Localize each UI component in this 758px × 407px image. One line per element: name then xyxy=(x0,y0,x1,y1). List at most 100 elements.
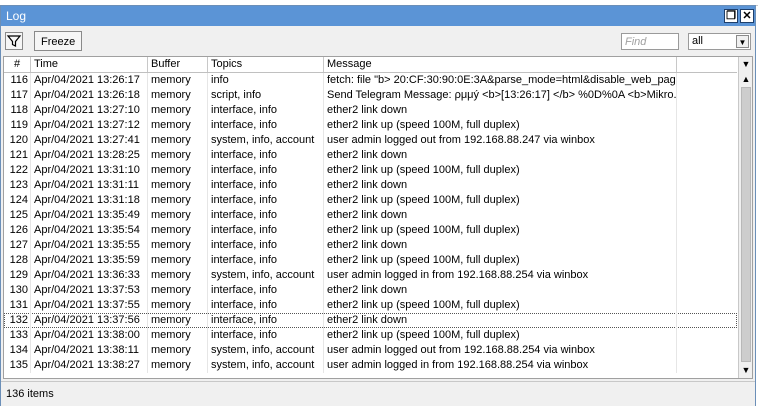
cell-time: Apr/04/2021 13:36:33 xyxy=(31,268,148,283)
cell-message: ether2 link up (speed 100M, full duplex) xyxy=(324,223,677,238)
cell-buffer: memory xyxy=(148,118,208,133)
scrollbar-thumb[interactable] xyxy=(741,87,751,362)
table-row[interactable]: 131 Apr/04/2021 13:37:55 memory interface, … xyxy=(4,298,737,313)
column-menu-chevron-icon[interactable]: ▼ xyxy=(739,58,752,71)
title-bar[interactable]: Log ❐ ✕ xyxy=(1,6,755,26)
cell-time: Apr/04/2021 13:37:55 xyxy=(31,298,148,313)
filter-funnel-icon xyxy=(6,35,22,47)
cell-time: Apr/04/2021 13:28:25 xyxy=(31,148,148,163)
vertical-scrollbar[interactable]: ▼ ▲ ▼ xyxy=(738,57,752,378)
cell-buffer: memory xyxy=(148,358,208,373)
cell-message: ether2 link down xyxy=(324,283,677,298)
cell-time: Apr/04/2021 13:35:59 xyxy=(31,253,148,268)
cell-message: ether2 link down xyxy=(324,238,677,253)
cell-num: 128 xyxy=(4,253,31,268)
table-row[interactable]: 116 Apr/04/2021 13:26:17 memory info fetch: … xyxy=(4,73,737,88)
cell-time: Apr/04/2021 13:38:27 xyxy=(31,358,148,373)
cell-buffer: memory xyxy=(148,88,208,103)
column-header-num[interactable]: # xyxy=(4,57,31,72)
table-row[interactable]: 132 Apr/04/2021 13:37:56 memory interface, … xyxy=(4,313,737,328)
table-row[interactable]: 134 Apr/04/2021 13:38:11 memory system, inf… xyxy=(4,343,737,358)
cell-time: Apr/04/2021 13:31:11 xyxy=(31,178,148,193)
cell-time: Apr/04/2021 13:27:10 xyxy=(31,103,148,118)
filter-select[interactable]: all ▼ xyxy=(688,33,751,50)
cell-topics: system, info, account xyxy=(208,268,324,283)
cell-num: 117 xyxy=(4,88,31,103)
column-header-time[interactable]: Time xyxy=(31,57,148,72)
table-row[interactable]: 120 Apr/04/2021 13:27:41 memory system, inf… xyxy=(4,133,737,148)
cell-num: 130 xyxy=(4,283,31,298)
table-row[interactable]: 133 Apr/04/2021 13:38:00 memory interface, … xyxy=(4,328,737,343)
cell-num: 120 xyxy=(4,133,31,148)
cell-time: Apr/04/2021 13:26:17 xyxy=(31,73,148,88)
cell-topics: system, info, account xyxy=(208,343,324,358)
table-row[interactable]: 119 Apr/04/2021 13:27:12 memory interface, … xyxy=(4,118,737,133)
table-row[interactable]: 129 Apr/04/2021 13:36:33 memory system, inf… xyxy=(4,268,737,283)
cell-message: Send Telegram Message: ρμμý <b>[13:26:17… xyxy=(324,88,677,103)
cell-topics: info xyxy=(208,73,324,88)
freeze-button[interactable]: Freeze xyxy=(34,31,82,51)
column-header-message[interactable]: Message xyxy=(324,57,677,72)
cell-message: ether2 link up (speed 100M, full duplex) xyxy=(324,298,677,313)
cell-buffer: memory xyxy=(148,328,208,343)
cell-topics: interface, info xyxy=(208,148,324,163)
close-icon[interactable]: ✕ xyxy=(740,9,754,23)
chevron-down-icon[interactable]: ▼ xyxy=(736,35,749,48)
cell-buffer: memory xyxy=(148,103,208,118)
cell-buffer: memory xyxy=(148,163,208,178)
cell-time: Apr/04/2021 13:35:55 xyxy=(31,238,148,253)
toolbar: Freeze all ▼ xyxy=(1,26,755,55)
cell-topics: interface, info xyxy=(208,118,324,133)
column-header-topics[interactable]: Topics xyxy=(208,57,324,72)
scroll-up-icon[interactable]: ▲ xyxy=(739,73,752,86)
cell-time: Apr/04/2021 13:38:00 xyxy=(31,328,148,343)
cell-buffer: memory xyxy=(148,133,208,148)
cell-topics: interface, info xyxy=(208,283,324,298)
cell-message: user admin logged out from 192.168.88.25… xyxy=(324,343,677,358)
table-row[interactable]: 118 Apr/04/2021 13:27:10 memory interface, … xyxy=(4,103,737,118)
table-row[interactable]: 135 Apr/04/2021 13:38:27 memory system, inf… xyxy=(4,358,737,373)
table-row[interactable]: 130 Apr/04/2021 13:37:53 memory interface, … xyxy=(4,283,737,298)
cell-time: Apr/04/2021 13:27:12 xyxy=(31,118,148,133)
table-row[interactable]: 122 Apr/04/2021 13:31:10 memory interface, … xyxy=(4,163,737,178)
table-row[interactable]: 124 Apr/04/2021 13:31:18 memory interface, … xyxy=(4,193,737,208)
column-header-buffer[interactable]: Buffer xyxy=(148,57,208,72)
find-input[interactable] xyxy=(621,33,679,50)
filter-button[interactable] xyxy=(5,32,23,50)
restore-icon[interactable]: ❐ xyxy=(724,9,738,23)
status-bar: 136 items xyxy=(1,381,755,406)
cell-message: ether2 link down xyxy=(324,208,677,223)
cell-buffer: memory xyxy=(148,253,208,268)
cell-time: Apr/04/2021 13:26:18 xyxy=(31,88,148,103)
cell-time: Apr/04/2021 13:38:11 xyxy=(31,343,148,358)
log-table: # Time Buffer Topics Message 116 Apr/04/2… xyxy=(3,56,753,379)
cell-message: ether2 link up (speed 100M, full duplex) xyxy=(324,328,677,343)
table-row[interactable]: 127 Apr/04/2021 13:35:55 memory interface, … xyxy=(4,238,737,253)
cell-num: 129 xyxy=(4,268,31,283)
scroll-down-icon[interactable]: ▼ xyxy=(739,364,752,377)
table-row[interactable]: 117 Apr/04/2021 13:26:18 memory script, inf… xyxy=(4,88,737,103)
cell-buffer: memory xyxy=(148,343,208,358)
cell-topics: interface, info xyxy=(208,193,324,208)
cell-message: fetch: file "b> 20:CF:30:90:0E:3A&parse_… xyxy=(324,73,677,88)
cell-message: ether2 link up (speed 100M, full duplex) xyxy=(324,163,677,178)
cell-topics: script, info xyxy=(208,88,324,103)
cell-num: 132 xyxy=(4,313,31,328)
cell-topics: system, info, account xyxy=(208,133,324,148)
cell-num: 133 xyxy=(4,328,31,343)
cell-buffer: memory xyxy=(148,283,208,298)
table-row[interactable]: 121 Apr/04/2021 13:28:25 memory interface, … xyxy=(4,148,737,163)
cell-message: ether2 link down xyxy=(324,148,677,163)
table-row[interactable]: 126 Apr/04/2021 13:35:54 memory interface, … xyxy=(4,223,737,238)
cell-time: Apr/04/2021 13:31:18 xyxy=(31,193,148,208)
cell-buffer: memory xyxy=(148,313,208,328)
cell-num: 122 xyxy=(4,163,31,178)
cell-topics: interface, info xyxy=(208,313,324,328)
table-row[interactable]: 123 Apr/04/2021 13:31:11 memory interface, … xyxy=(4,178,737,193)
cell-num: 124 xyxy=(4,193,31,208)
table-row[interactable]: 128 Apr/04/2021 13:35:59 memory interface, … xyxy=(4,253,737,268)
cell-topics: system, info, account xyxy=(208,358,324,373)
cell-topics: interface, info xyxy=(208,238,324,253)
table-row[interactable]: 125 Apr/04/2021 13:35:49 memory interface, … xyxy=(4,208,737,223)
cell-message: ether2 link down xyxy=(324,313,677,328)
